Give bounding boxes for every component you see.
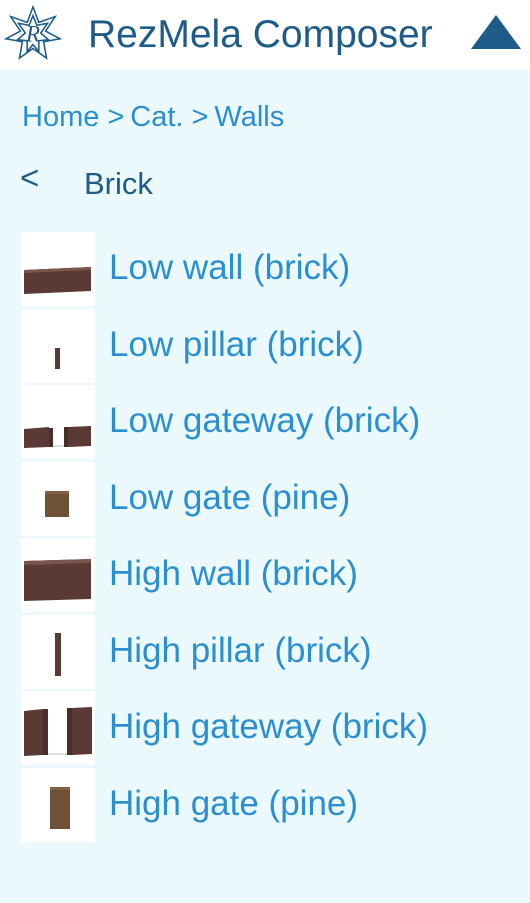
list-item-high-gateway[interactable]: High gateway (brick) [21, 691, 521, 768]
list-item-high-wall[interactable]: High wall (brick) [21, 538, 521, 615]
high-gateway-thumbnail [21, 691, 95, 765]
high-pillar-thumbnail [21, 614, 95, 689]
item-label: High gate (pine) [109, 783, 359, 823]
list-item-low-gateway[interactable]: Low gateway (brick) [21, 385, 521, 462]
item-list: Low wall (brick) Low pillar (brick) Low … [21, 232, 521, 844]
low-pillar-thumbnail [21, 308, 95, 383]
list-item-high-gate[interactable]: High gate (pine) [21, 767, 521, 845]
item-label: Low gate (pine) [109, 477, 351, 517]
high-wall-thumbnail [21, 538, 95, 612]
low-gateway-thumbnail [21, 385, 95, 459]
rezmela-logo-icon: R [4, 4, 62, 60]
back-button[interactable]: < [20, 160, 39, 196]
list-item-high-pillar[interactable]: High pillar (brick) [21, 614, 521, 692]
triangle-up-icon[interactable] [470, 14, 522, 50]
high-gate-thumbnail [21, 767, 95, 842]
breadcrumb-walls[interactable]: Walls [214, 101, 284, 133]
section-title: Brick [84, 166, 153, 201]
app-header: R RezMela Composer [0, 0, 530, 70]
list-item-low-pillar[interactable]: Low pillar (brick) [21, 308, 521, 386]
breadcrumb-separator: > [191, 101, 209, 133]
item-label: High gateway (brick) [109, 707, 428, 746]
low-gate-thumbnail [21, 461, 95, 536]
list-item-low-wall[interactable]: Low wall (brick) [21, 232, 521, 309]
item-label: Low wall (brick) [109, 248, 351, 287]
app-title: RezMela Composer [88, 13, 433, 56]
list-item-low-gate[interactable]: Low gate (pine) [21, 461, 521, 539]
breadcrumb-category[interactable]: Cat. [130, 101, 183, 133]
svg-text:R: R [25, 22, 40, 48]
breadcrumb-home[interactable]: Home [22, 101, 99, 133]
breadcrumb: Home > Cat. > Walls [22, 100, 284, 134]
item-label: High pillar (brick) [109, 630, 372, 670]
low-wall-thumbnail [21, 232, 95, 306]
item-label: Low gateway (brick) [109, 401, 421, 440]
item-label: Low pillar (brick) [109, 324, 364, 364]
item-label: High wall (brick) [109, 554, 358, 593]
breadcrumb-separator: > [107, 101, 125, 133]
